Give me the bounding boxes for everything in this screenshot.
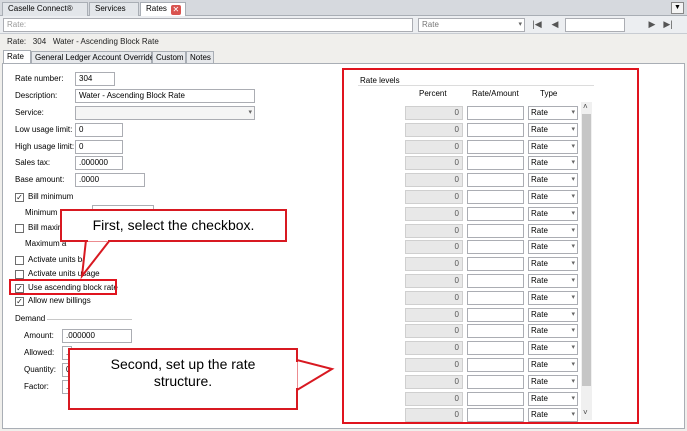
callout-arrow-patch-2 xyxy=(294,362,298,388)
